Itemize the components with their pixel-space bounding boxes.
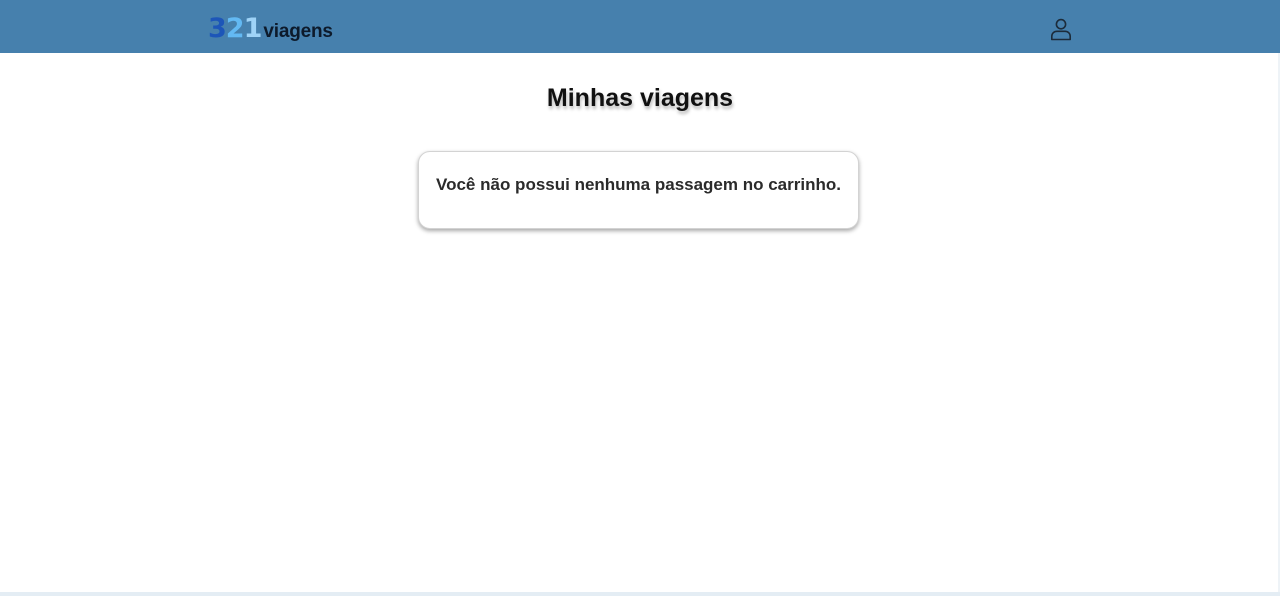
user-icon [1051,18,1071,41]
page: 3 2 1 viagens Minhas viagens Você não po… [0,0,1280,596]
page-title: Minhas viagens [546,84,734,112]
logo-home-link[interactable]: 3 2 1 viagens [208,14,333,44]
logo-digit-3: 3 [208,13,227,44]
user-account-button[interactable] [1047,16,1075,42]
empty-cart-message: Você não possui nenhuma passagem no carr… [436,175,841,194]
logo-digit-2: 2 [225,13,245,44]
top-navbar: 3 2 1 viagens [0,0,1280,53]
logo-digit-1: 1 [243,13,263,44]
empty-cart-card: Você não possui nenhuma passagem no carr… [418,151,859,229]
page-bottom-border [0,592,1280,596]
logo-wordmark: viagens [263,21,333,42]
